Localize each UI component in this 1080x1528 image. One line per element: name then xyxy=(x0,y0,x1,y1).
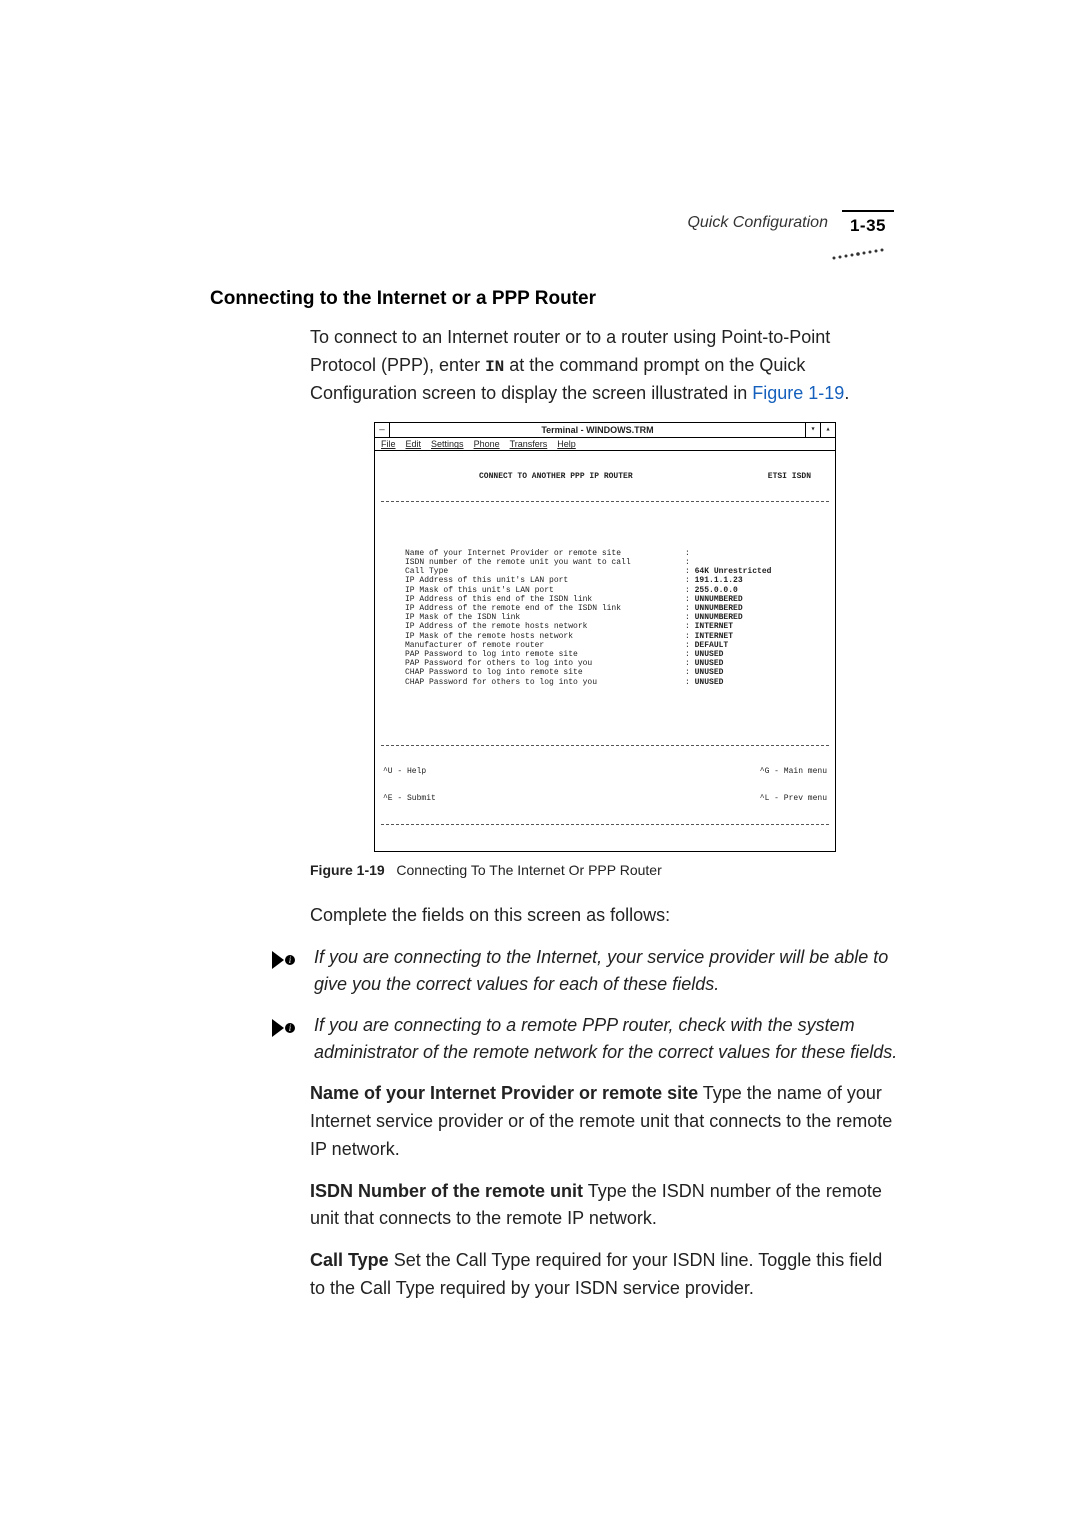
config-value: UNUSED xyxy=(695,668,724,677)
field-description: ISDN Number of the remote unit Type the … xyxy=(310,1178,900,1234)
config-value: UNNUMBERED xyxy=(695,604,743,613)
terminal-titlebar: — Terminal - WINDOWS.TRM ▾ ▴ xyxy=(375,423,835,438)
config-label: Call Type xyxy=(405,567,685,576)
completion-text: Complete the fields on this screen as fo… xyxy=(310,902,900,930)
terminal-config-row: IP Address of this end of the ISDN link:… xyxy=(379,595,831,604)
menu-item[interactable]: Help xyxy=(557,439,576,449)
note-text: If you are connecting to the Internet, y… xyxy=(314,944,900,998)
screen-title-left: CONNECT TO ANOTHER PPP IP ROUTER xyxy=(479,472,633,481)
field-description: Name of your Internet Provider or remote… xyxy=(310,1080,900,1164)
config-value: UNNUMBERED xyxy=(695,595,743,604)
terminal-config-row: Manufacturer of remote router: DEFAULT xyxy=(379,641,831,650)
config-label: IP Address of this end of the ISDN link xyxy=(405,595,685,604)
config-value: DEFAULT xyxy=(695,641,729,650)
terminal-footer: ^U - Help ^G - Main menu xyxy=(379,767,831,776)
body-text-block: To connect to an Internet router or to a… xyxy=(310,324,900,1303)
terminal-window: — Terminal - WINDOWS.TRM ▾ ▴ File Edit S… xyxy=(374,422,836,852)
terminal-config-row: PAP Password for others to log into you:… xyxy=(379,659,831,668)
terminal-footer: ^E - Submit ^L - Prev menu xyxy=(379,794,831,803)
header-section-label: Quick Configuration xyxy=(687,214,828,232)
config-label: PAP Password to log into remote site xyxy=(405,650,685,659)
screen-title-right: ETSI ISDN xyxy=(768,472,811,481)
config-label: IP Mask of this unit's LAN port xyxy=(405,586,685,595)
terminal-config-row: CHAP Password to log into remote site: U… xyxy=(379,668,831,677)
menu-item[interactable]: File xyxy=(381,439,396,449)
dots-logo xyxy=(210,244,900,266)
divider xyxy=(381,824,829,825)
config-label: IP Mask of the remote hosts network xyxy=(405,632,685,641)
divider xyxy=(381,745,829,746)
menu-item[interactable]: Settings xyxy=(431,439,464,449)
config-label: IP Address of the remote end of the ISDN… xyxy=(405,604,685,613)
config-label: Manufacturer of remote router xyxy=(405,641,685,650)
terminal-config-row: IP Address of the remote hosts network: … xyxy=(379,622,831,631)
config-value: INTERNET xyxy=(695,622,733,631)
config-label: IP Address of this unit's LAN port xyxy=(405,576,685,585)
terminal-config-row: IP Address of the remote end of the ISDN… xyxy=(379,604,831,613)
terminal-menubar: File Edit Settings Phone Transfers Help xyxy=(375,438,835,451)
config-label: Name of your Internet Provider or remote… xyxy=(405,549,685,558)
config-value: 191.1.1.23 xyxy=(695,576,743,585)
page-number: 1-35 xyxy=(842,210,894,236)
terminal-config-row: Call Type: 64K Unrestricted xyxy=(379,567,831,576)
terminal-figure: — Terminal - WINDOWS.TRM ▾ ▴ File Edit S… xyxy=(310,422,900,852)
config-value: UNUSED xyxy=(695,659,724,668)
note-block: i If you are connecting to a remote PPP … xyxy=(270,1012,900,1066)
info-arrow-icon: i xyxy=(270,1015,296,1041)
field-description: Call Type Set the Call Type required for… xyxy=(310,1247,900,1303)
terminal-body: CONNECT TO ANOTHER PPP IP ROUTER ETSI IS… xyxy=(375,451,835,851)
config-label: CHAP Password to log into remote site xyxy=(405,668,685,677)
intro-paragraph: To connect to an Internet router or to a… xyxy=(310,324,900,408)
config-value: 255.0.0.0 xyxy=(695,586,738,595)
code-inline: IN xyxy=(485,358,504,376)
terminal-config-row: IP Mask of the remote hosts network: INT… xyxy=(379,632,831,641)
system-menu-icon[interactable]: — xyxy=(375,423,390,437)
page-root: Quick Configuration 1-35 Connecting to t… xyxy=(0,0,1080,1417)
menu-item[interactable]: Phone xyxy=(474,439,500,449)
config-value: UNUSED xyxy=(695,650,724,659)
maximize-icon[interactable]: ▴ xyxy=(820,423,835,437)
figure-caption: Figure 1-19 Connecting To The Internet O… xyxy=(310,860,900,882)
terminal-config-row: IP Mask of the ISDN link: UNNUMBERED xyxy=(379,613,831,622)
terminal-config-row: IP Mask of this unit's LAN port: 255.0.0… xyxy=(379,586,831,595)
note-block: i If you are connecting to the Internet,… xyxy=(270,944,900,998)
terminal-title: Terminal - WINDOWS.TRM xyxy=(390,425,805,435)
config-label: ISDN number of the remote unit you want … xyxy=(405,558,685,567)
section-title: Connecting to the Internet or a PPP Rout… xyxy=(210,288,900,310)
menu-item[interactable]: Edit xyxy=(406,439,422,449)
config-label: CHAP Password for others to log into you xyxy=(405,678,685,687)
terminal-config-row: CHAP Password for others to log into you… xyxy=(379,678,831,687)
config-label: IP Mask of the ISDN link xyxy=(405,613,685,622)
terminal-config-row: PAP Password to log into remote site: UN… xyxy=(379,650,831,659)
config-label: IP Address of the remote hosts network xyxy=(405,622,685,631)
config-label: PAP Password for others to log into you xyxy=(405,659,685,668)
terminal-config-row: IP Address of this unit's LAN port: 191.… xyxy=(379,576,831,585)
divider xyxy=(381,501,829,502)
terminal-config-row: Name of your Internet Provider or remote… xyxy=(379,549,831,558)
terminal-config-row: ISDN number of the remote unit you want … xyxy=(379,558,831,567)
page-header: Quick Configuration 1-35 xyxy=(210,210,900,236)
menu-item[interactable]: Transfers xyxy=(510,439,548,449)
config-value: 64K Unrestricted xyxy=(695,567,772,576)
minimize-icon[interactable]: ▾ xyxy=(805,423,820,437)
config-value: INTERNET xyxy=(695,632,733,641)
config-value: UNNUMBERED xyxy=(695,613,743,622)
config-value: UNUSED xyxy=(695,678,724,687)
note-text: If you are connecting to a remote PPP ro… xyxy=(314,1012,900,1066)
info-arrow-icon: i xyxy=(270,947,296,973)
figure-link[interactable]: Figure 1-19 xyxy=(752,383,844,403)
